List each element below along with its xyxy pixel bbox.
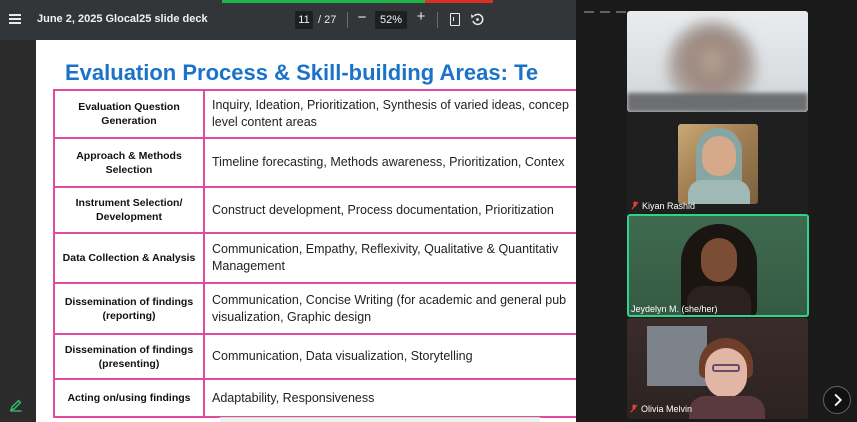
mic-muted-icon <box>631 201 639 210</box>
skill-area-cell: Approach & Methods Selection <box>53 137 205 188</box>
table-row: Approach & Methods Selection Timeline for… <box>53 137 576 188</box>
slide-page: Evaluation Process & Skill-building Area… <box>36 40 576 422</box>
rotate-icon[interactable] <box>470 12 484 26</box>
skills-line: Communication, Empathy, Reflexivity, Qua… <box>212 242 559 256</box>
skills-line: Construct development, Process documenta… <box>212 202 554 217</box>
screen-share-indicator-red <box>425 0 493 3</box>
zoom-level-input[interactable]: 52% <box>375 11 407 29</box>
participant-video-desk <box>627 93 808 112</box>
slide-footer-strip <box>220 417 540 422</box>
table-row: Dissemination of findings (reporting) Com… <box>53 282 576 335</box>
skills-cell: Adaptability, Responsiveness <box>203 378 576 418</box>
screen-share-indicator-green <box>222 0 425 3</box>
table-row: Acting on/using findings Adaptability, Re… <box>53 378 576 418</box>
skill-area-cell: Acting on/using findings <box>53 378 205 418</box>
skills-line: Communication, Data visualization, Story… <box>212 349 473 363</box>
skills-line: Inquiry, Ideation, Prioritization, Synth… <box>212 98 569 112</box>
skill-area-cell: Dissemination of findings (presenting) <box>53 333 205 380</box>
participant-video <box>705 348 747 398</box>
pdf-viewer: June 2, 2025 Glocal25 slide deck 11 / 27… <box>0 0 576 422</box>
participant-tile-active-speaker[interactable]: Jeydelyn M. (she/her) <box>627 214 809 317</box>
participant-name: Olivia Melvin <box>630 404 692 414</box>
pdf-toolbar: June 2, 2025 Glocal25 slide deck 11 / 27… <box>0 0 576 40</box>
table-row: Instrument Selection/ Development Constru… <box>53 186 576 234</box>
skill-area-cell: Dissemination of findings (reporting) <box>53 282 205 335</box>
screen: June 2, 2025 Glocal25 slide deck 11 / 27… <box>0 0 857 422</box>
participant-video <box>712 364 740 372</box>
menu-icon[interactable] <box>8 12 22 26</box>
participant-tile[interactable]: Olivia Melvin <box>627 318 808 419</box>
skills-line: Adaptability, Responsiveness <box>212 390 375 405</box>
skills-line: Management <box>212 259 285 273</box>
participant-name: Jeydelyn M. (she/her) <box>631 304 718 314</box>
next-page-chevron-icon[interactable] <box>823 386 851 414</box>
skills-table: Evaluation Question Generation Inquiry, I… <box>53 89 576 418</box>
skills-line: Communication, Concise Writing (for acad… <box>212 292 567 307</box>
participant-name: Kiyan Rashid <box>631 201 695 211</box>
mic-muted-icon <box>630 404 638 413</box>
skills-cell: Communication, Concise Writing (for acad… <box>203 282 576 335</box>
participant-video <box>647 326 707 386</box>
skills-cell: Construct development, Process documenta… <box>203 186 576 234</box>
skill-area-cell: Evaluation Question Generation <box>53 89 205 139</box>
participant-video <box>702 136 736 176</box>
skills-line: visualization, Graphic design <box>212 309 372 324</box>
slide-title: Evaluation Process & Skill-building Area… <box>65 60 539 85</box>
zoom-in-button[interactable]: + <box>414 8 428 25</box>
gallery-controls <box>584 0 664 13</box>
video-gallery: Kiyan Rashid Jeydelyn M. (she/her) Olivi… <box>576 0 857 422</box>
skills-line: Timeline forecasting, Methods awareness,… <box>212 155 565 169</box>
participant-tile[interactable] <box>678 124 758 204</box>
page-total: / 27 <box>318 14 337 26</box>
skills-cell: Inquiry, Ideation, Prioritization, Synth… <box>203 89 576 139</box>
table-row: Dissemination of findings (presenting) Co… <box>53 333 576 380</box>
toolbar-divider <box>437 12 438 28</box>
zoom-out-button[interactable]: − <box>355 9 369 26</box>
participant-video <box>701 238 737 282</box>
table-row: Evaluation Question Generation Inquiry, I… <box>53 89 576 139</box>
skill-area-cell: Data Collection & Analysis <box>53 232 205 284</box>
skills-cell: Communication, Empathy, Reflexivity, Qua… <box>203 232 576 284</box>
participant-video <box>689 396 765 419</box>
skills-line: level content areas <box>212 115 317 129</box>
toolbar-divider <box>347 12 348 28</box>
annotate-pen-icon[interactable] <box>9 398 23 412</box>
page-number-input[interactable]: 11 <box>295 11 313 29</box>
table-row: Data Collection & Analysis Communication,… <box>53 232 576 284</box>
skills-cell: Communication, Data visualization, Story… <box>203 333 576 380</box>
document-title: June 2, 2025 Glocal25 slide deck <box>37 13 208 25</box>
participant-tile[interactable] <box>627 11 808 112</box>
skill-area-cell: Instrument Selection/ Development <box>53 186 205 234</box>
skills-cell: Timeline forecasting, Methods awareness,… <box>203 137 576 188</box>
fit-to-page-icon[interactable] <box>450 13 460 26</box>
participant-video <box>688 180 750 204</box>
